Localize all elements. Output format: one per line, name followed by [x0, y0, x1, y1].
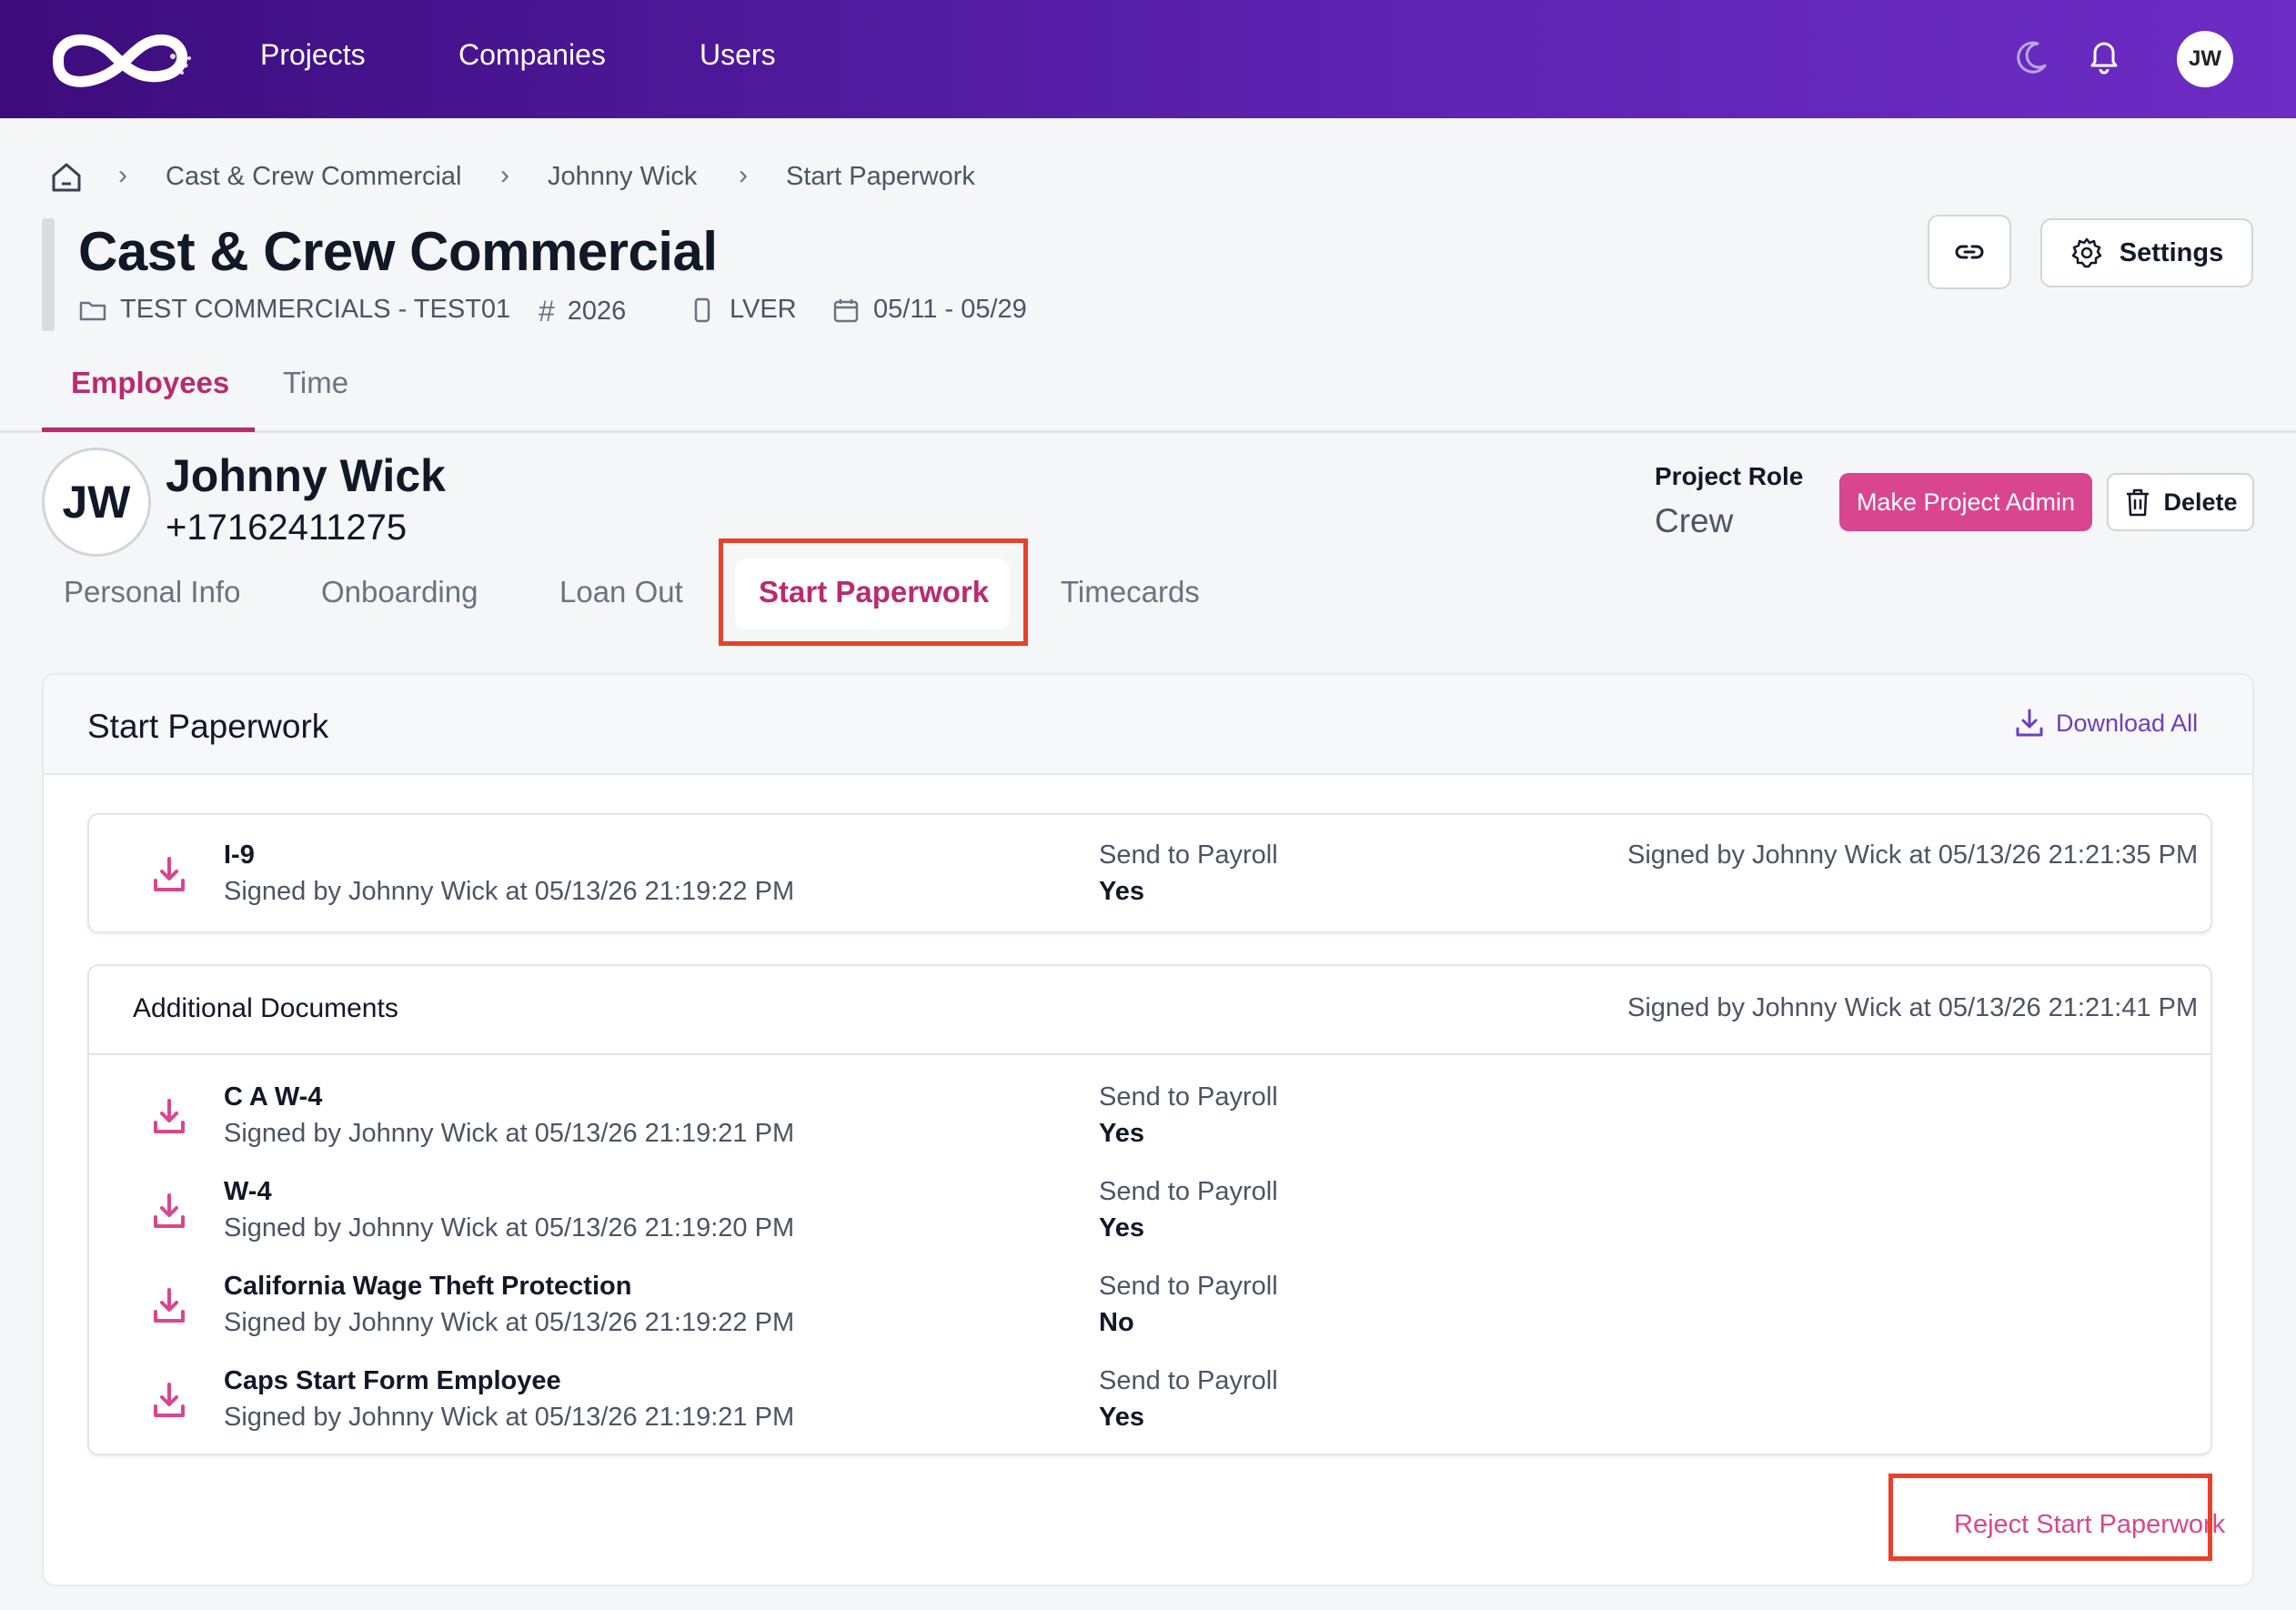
send-to-payroll-value: Yes: [1099, 1213, 1144, 1243]
project-number: 2026: [567, 297, 627, 326]
moon-icon[interactable]: [2009, 35, 2054, 80]
project-dates: 05/11 - 05/29: [873, 295, 1027, 324]
additional-documents-box: Additional Documents Signed by Johnny Wi…: [87, 964, 2212, 1455]
send-to-payroll-value: No: [1099, 1308, 1134, 1337]
top-navbar: Projects Companies Users JW: [0, 0, 2296, 118]
settings-button[interactable]: Settings: [2040, 218, 2253, 287]
document-signed-info: Signed by Johnny Wick at 05/13/26 21:19:…: [224, 1119, 795, 1148]
trash-icon: [2127, 488, 2150, 517]
chevron-right-icon: ›: [739, 160, 748, 190]
download-icon[interactable]: [151, 1192, 187, 1232]
project-role-value: Crew: [1655, 502, 1734, 539]
document-signed-info: Signed by Johnny Wick at 05/13/26 21:19:…: [224, 1308, 795, 1337]
document-row: W-4 Signed by Johnny Wick at 05/13/26 21…: [89, 1173, 2210, 1255]
send-to-payroll-label: Send to Payroll: [1099, 840, 1278, 870]
nav-users[interactable]: Users: [700, 38, 776, 72]
home-icon[interactable]: [49, 160, 84, 195]
document-signed-info: Signed by Johnny Wick at 05/13/26 21:19:…: [224, 1403, 795, 1432]
bell-icon[interactable]: [2081, 35, 2127, 80]
start-paperwork-card: Start Paperwork Download All I-9 Signed …: [42, 673, 2254, 1586]
additional-signed-info: Signed by Johnny Wick at 05/13/26 21:21:…: [1627, 993, 2199, 1022]
hash-icon: #: [539, 295, 555, 327]
document-name: Caps Start Form Employee: [224, 1366, 561, 1395]
meta-dates: 05/11 - 05/29: [831, 295, 1027, 325]
breadcrumb-current: Start Paperwork: [786, 162, 975, 191]
additional-documents-title: Additional Documents: [133, 993, 398, 1023]
calendar-icon: [833, 298, 859, 322]
logo-icon[interactable]: [40, 20, 200, 98]
meta-company: TEST COMMERCIALS - TEST01: [78, 295, 510, 325]
send-to-payroll-value: Yes: [1099, 1403, 1144, 1432]
send-to-payroll-value: Yes: [1099, 877, 1144, 906]
additional-documents-header: Additional Documents Signed by Johnny Wi…: [89, 966, 2210, 1055]
subtab-personal-info[interactable]: Personal Info: [64, 575, 240, 609]
subtab-timecards[interactable]: Timecards: [1061, 575, 1200, 609]
chevron-right-icon: ›: [500, 160, 509, 190]
download-icon[interactable]: [151, 855, 187, 895]
document-row: I-9 Signed by Johnny Wick at 05/13/26 21…: [89, 837, 2210, 919]
employee-name: Johnny Wick: [166, 450, 446, 501]
send-to-payroll-value: Yes: [1099, 1119, 1144, 1148]
meta-code: LVER: [688, 295, 797, 325]
user-avatar[interactable]: JW: [2177, 31, 2233, 87]
active-tab-indicator: [42, 428, 255, 432]
highlight-reject-button: [1888, 1474, 2212, 1561]
download-all-button[interactable]: Download All: [2014, 708, 2198, 739]
chevron-right-icon: ›: [118, 160, 127, 190]
document-name: C A W-4: [224, 1082, 323, 1112]
phone-icon: [694, 297, 710, 322]
send-to-payroll-label: Send to Payroll: [1099, 1366, 1278, 1395]
send-to-payroll-label: Send to Payroll: [1099, 1272, 1278, 1301]
document-name: California Wage Theft Protection: [224, 1272, 632, 1301]
meta-number: # 2026: [539, 295, 626, 328]
document-row: C A W-4 Signed by Johnny Wick at 05/13/2…: [89, 1079, 2210, 1161]
card-header: Start Paperwork Download All: [44, 675, 2252, 775]
employee-avatar: JW: [42, 448, 151, 557]
delete-button[interactable]: Delete: [2107, 473, 2254, 531]
document-name: W-4: [224, 1177, 272, 1206]
settings-label: Settings: [2119, 237, 2224, 267]
page-title: Cast & Crew Commercial: [78, 221, 718, 282]
delete-label: Delete: [2163, 488, 2238, 516]
download-icon[interactable]: [151, 1381, 187, 1421]
nav-projects[interactable]: Projects: [260, 38, 366, 72]
project-code: LVER: [730, 295, 797, 324]
document-name: I-9: [224, 840, 255, 870]
document-row: Caps Start Form Employee Signed by Johnn…: [89, 1363, 2210, 1444]
employee-phone: +17162411275: [166, 508, 408, 548]
link-icon: [1955, 245, 1984, 259]
download-all-label: Download All: [2056, 709, 2199, 737]
primary-document-box: I-9 Signed by Johnny Wick at 05/13/26 21…: [87, 813, 2212, 933]
subtab-loan-out[interactable]: Loan Out: [559, 575, 683, 609]
download-icon: [2016, 709, 2043, 737]
subtab-onboarding[interactable]: Onboarding: [321, 575, 478, 609]
breadcrumb-project[interactable]: Cast & Crew Commercial: [166, 162, 462, 192]
company-name: TEST COMMERCIALS - TEST01: [120, 295, 511, 324]
copy-link-button[interactable]: [1928, 215, 2011, 289]
card-title: Start Paperwork: [87, 708, 329, 745]
highlight-start-paperwork-tab: [719, 538, 1028, 646]
make-project-admin-button[interactable]: Make Project Admin: [1839, 473, 2092, 531]
tab-time[interactable]: Time: [283, 366, 348, 400]
tab-employees[interactable]: Employees: [71, 366, 229, 400]
folder-icon: [79, 301, 106, 320]
send-to-payroll-label: Send to Payroll: [1099, 1177, 1278, 1206]
document-signed-info: Signed by Johnny Wick at 05/13/26 21:19:…: [224, 877, 795, 906]
project-role-label: Project Role: [1655, 462, 1804, 490]
document-row: California Wage Theft Protection Signed …: [89, 1268, 2210, 1350]
download-icon[interactable]: [151, 1286, 187, 1326]
breadcrumb-employee[interactable]: Johnny Wick: [548, 162, 697, 192]
download-icon[interactable]: [151, 1097, 187, 1137]
title-accent-bar: [42, 218, 55, 331]
nav-companies[interactable]: Companies: [458, 38, 606, 72]
project-header: › Cast & Crew Commercial › Johnny Wick ›…: [0, 118, 2296, 433]
employer-signed-info: Signed by Johnny Wick at 05/13/26 21:21:…: [1627, 840, 2199, 870]
gear-icon: [2071, 237, 2102, 268]
document-signed-info: Signed by Johnny Wick at 05/13/26 21:19:…: [224, 1213, 795, 1243]
send-to-payroll-label: Send to Payroll: [1099, 1082, 1278, 1112]
